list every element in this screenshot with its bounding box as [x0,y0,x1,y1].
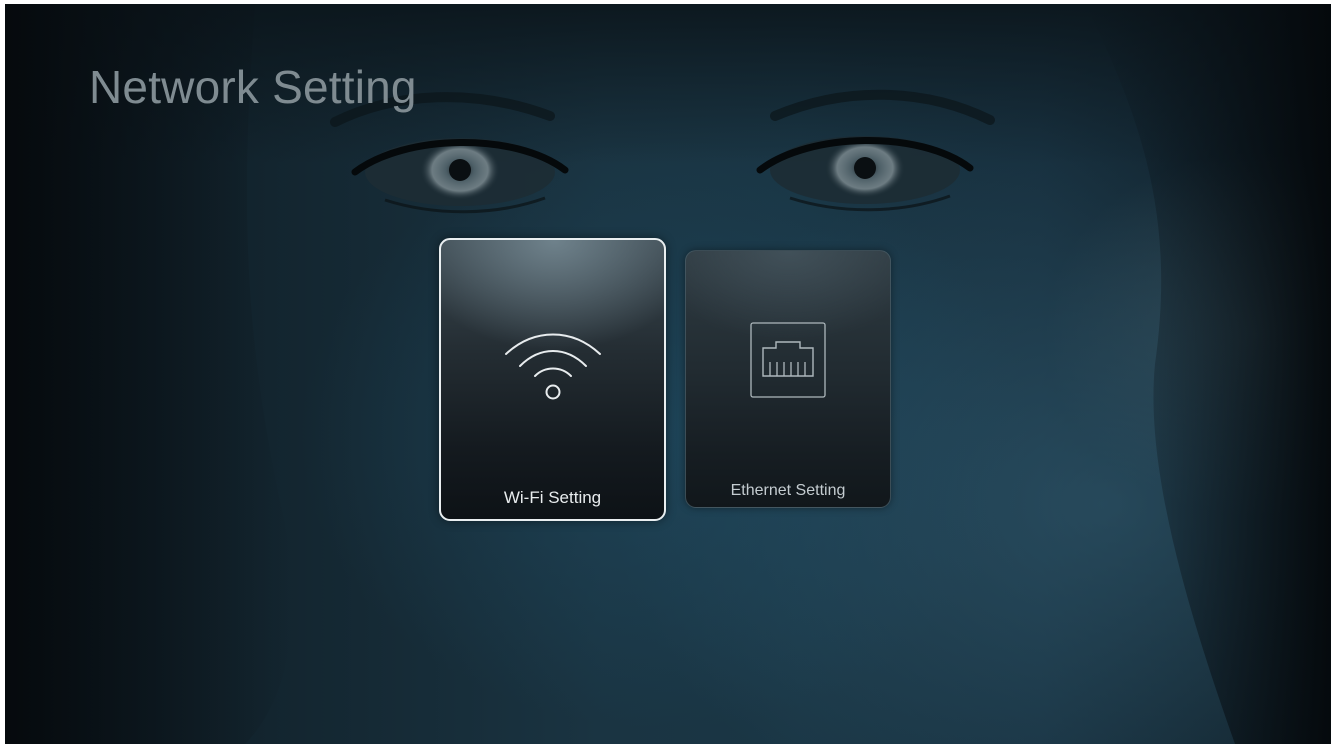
wifi-setting-tile[interactable]: Wi-Fi Setting [439,238,666,521]
ethernet-port-icon [750,322,826,398]
wifi-icon [504,333,601,400]
wifi-setting-label: Wi-Fi Setting [503,488,602,507]
page-title: Network Setting [89,61,417,113]
ethernet-setting-tile[interactable]: Ethernet Setting [685,250,891,508]
background-portrait-image [5,4,1331,744]
network-setting-screen: Network Setting Wi-Fi Setting Ethernet S… [5,4,1331,744]
ethernet-setting-label: Ethernet Setting [730,482,846,499]
